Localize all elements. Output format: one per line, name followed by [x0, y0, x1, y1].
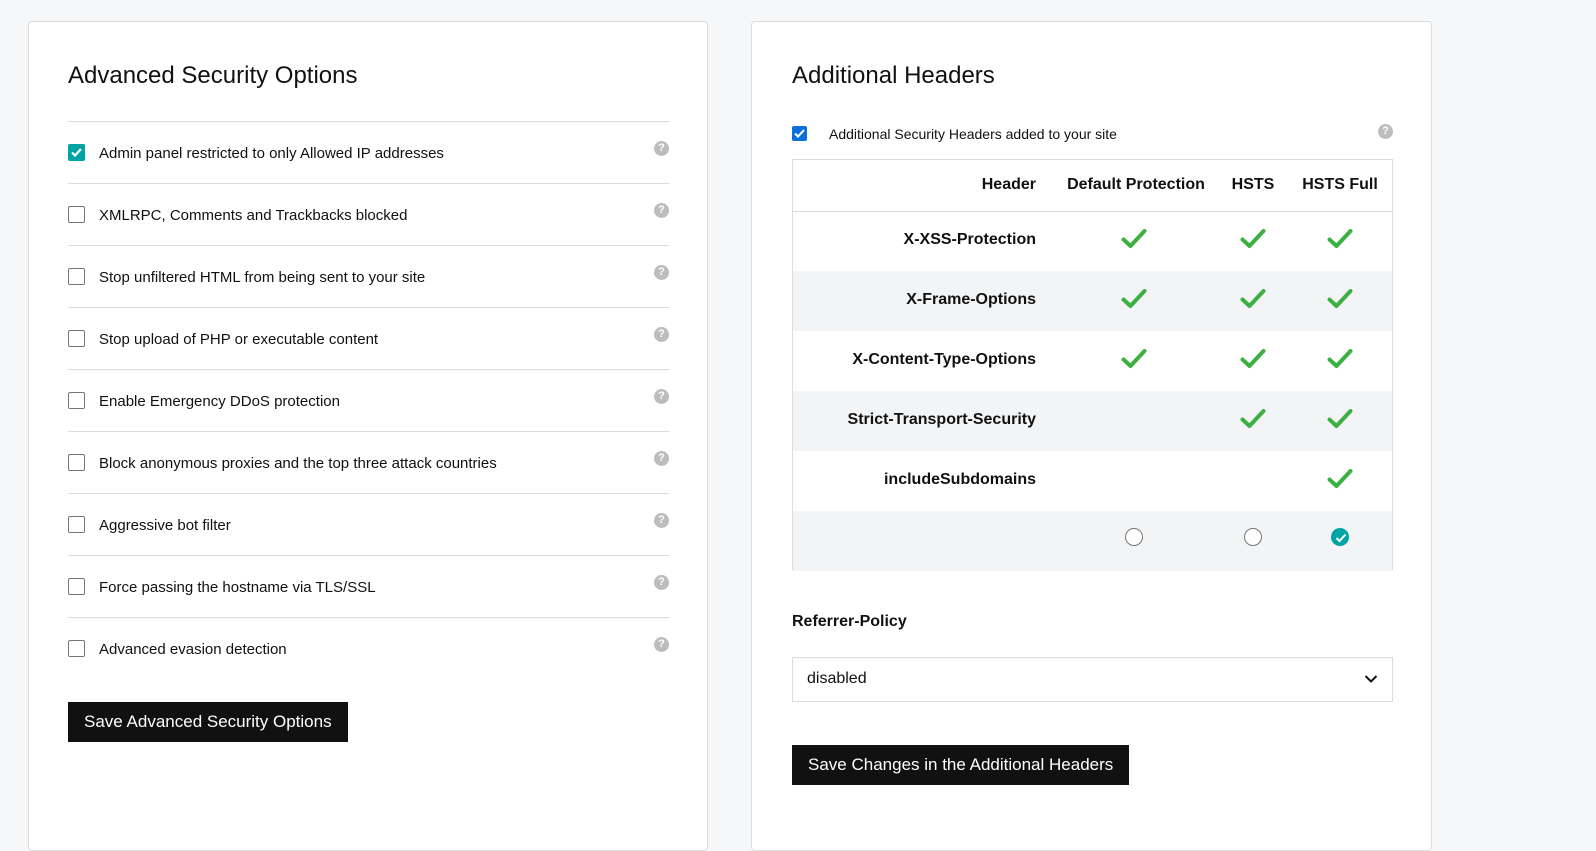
referrer-policy-value: disabled — [807, 670, 867, 687]
option-label: Admin panel restricted to only Allowed I… — [99, 145, 444, 162]
checkmark-icon — [1327, 468, 1353, 495]
security-headers-checkbox[interactable] — [792, 126, 807, 141]
option-checkbox[interactable] — [68, 206, 85, 223]
checkmark-icon — [1121, 228, 1147, 255]
table-header-row: Header Default Protection HSTS HSTS Full — [793, 160, 1392, 212]
option-label: Force passing the hostname via TLS/SSL — [99, 579, 376, 596]
question-circle-icon[interactable]: ? — [1378, 124, 1393, 139]
save-advanced-security-button[interactable]: Save Advanced Security Options — [68, 702, 348, 742]
checkmark-icon — [1240, 228, 1266, 255]
referrer-policy-select[interactable]: disabled — [792, 657, 1393, 702]
header-name-cell: X-Frame-Options — [906, 291, 1036, 308]
table-row: Strict-Transport-Security — [793, 391, 1392, 451]
header-name-cell: X-Content-Type-Options — [852, 351, 1036, 368]
option-label: Enable Emergency DDoS protection — [99, 393, 340, 410]
option-row: Aggressive bot filter? — [68, 493, 669, 555]
security-headers-label: Additional Security Headers added to you… — [829, 126, 1117, 142]
checkmark-icon — [1121, 288, 1147, 315]
header-name-cell: Strict-Transport-Security — [847, 411, 1036, 428]
additional-headers-title: Additional Headers — [792, 62, 995, 89]
table-row: X-XSS-Protection — [793, 211, 1392, 271]
header-name-cell: X-XSS-Protection — [903, 231, 1036, 248]
column-header-default-protection: Default Protection — [1067, 176, 1205, 193]
option-row: Block anonymous proxies and the top thre… — [68, 431, 669, 493]
option-row: Force passing the hostname via TLS/SSL? — [68, 555, 669, 617]
security-headers-option: Additional Security Headers added to you… — [792, 124, 1393, 145]
column-header-header: Header — [981, 176, 1036, 193]
radio-hsts[interactable] — [1244, 528, 1262, 546]
table-row: X-Content-Type-Options — [793, 331, 1392, 391]
question-circle-icon[interactable]: ? — [654, 451, 669, 466]
headers-comparison-table: Header Default Protection HSTS HSTS Full… — [792, 159, 1393, 571]
save-additional-headers-button[interactable]: Save Changes in the Additional Headers — [792, 745, 1130, 785]
referrer-policy-label: Referrer-Policy — [792, 613, 907, 630]
additional-headers-card: Additional Headers Additional Security H… — [751, 21, 1432, 851]
option-row: Advanced evasion detection? — [68, 617, 669, 679]
header-name-cell: includeSubdomains — [883, 471, 1036, 488]
checkmark-icon — [1240, 408, 1266, 435]
column-header-hsts-full: HSTS Full — [1302, 176, 1378, 193]
checkmark-icon — [1240, 288, 1266, 315]
question-circle-icon[interactable]: ? — [654, 203, 669, 218]
option-row: Stop upload of PHP or executable content… — [68, 307, 669, 369]
advanced-options-list: Admin panel restricted to only Allowed I… — [68, 121, 669, 679]
checkmark-icon — [1121, 348, 1147, 375]
option-row: Admin panel restricted to only Allowed I… — [68, 121, 669, 183]
option-checkbox[interactable] — [68, 330, 85, 347]
option-checkbox[interactable] — [68, 268, 85, 285]
option-label: Aggressive bot filter — [99, 517, 231, 534]
option-checkbox[interactable] — [68, 578, 85, 595]
option-label: XMLRPC, Comments and Trackbacks blocked — [99, 207, 408, 224]
option-label: Advanced evasion detection — [99, 641, 287, 658]
column-header-hsts: HSTS — [1231, 176, 1275, 193]
question-circle-icon[interactable]: ? — [654, 513, 669, 528]
checkmark-icon — [1327, 228, 1353, 255]
option-checkbox[interactable] — [68, 144, 85, 161]
radio-hsts-full[interactable] — [1331, 528, 1349, 546]
checkmark-icon — [1327, 348, 1353, 375]
chevron-down-icon — [1364, 675, 1378, 683]
checkmark-icon — [1240, 348, 1266, 375]
checkmark-icon — [1327, 288, 1353, 315]
question-circle-icon[interactable]: ? — [654, 327, 669, 342]
protection-level-radio-row — [793, 511, 1392, 571]
option-row: Stop unfiltered HTML from being sent to … — [68, 245, 669, 307]
option-row: Enable Emergency DDoS protection? — [68, 369, 669, 431]
option-row: XMLRPC, Comments and Trackbacks blocked? — [68, 183, 669, 245]
question-circle-icon[interactable]: ? — [654, 389, 669, 404]
question-circle-icon[interactable]: ? — [654, 265, 669, 280]
radio-default-protection[interactable] — [1125, 528, 1143, 546]
option-label: Stop unfiltered HTML from being sent to … — [99, 269, 426, 286]
question-circle-icon[interactable]: ? — [654, 575, 669, 590]
checkmark-icon — [1327, 408, 1353, 435]
option-label: Stop upload of PHP or executable content — [99, 331, 379, 348]
option-checkbox[interactable] — [68, 392, 85, 409]
advanced-security-title: Advanced Security Options — [68, 62, 358, 89]
table-row: includeSubdomains — [793, 451, 1392, 511]
option-checkbox[interactable] — [68, 454, 85, 471]
question-circle-icon[interactable]: ? — [654, 637, 669, 652]
option-checkbox[interactable] — [68, 640, 85, 657]
question-circle-icon[interactable]: ? — [654, 141, 669, 156]
advanced-security-card: Advanced Security Options Admin panel re… — [28, 21, 708, 851]
table-row: X-Frame-Options — [793, 271, 1392, 331]
option-checkbox[interactable] — [68, 516, 85, 533]
option-label: Block anonymous proxies and the top thre… — [99, 455, 497, 472]
